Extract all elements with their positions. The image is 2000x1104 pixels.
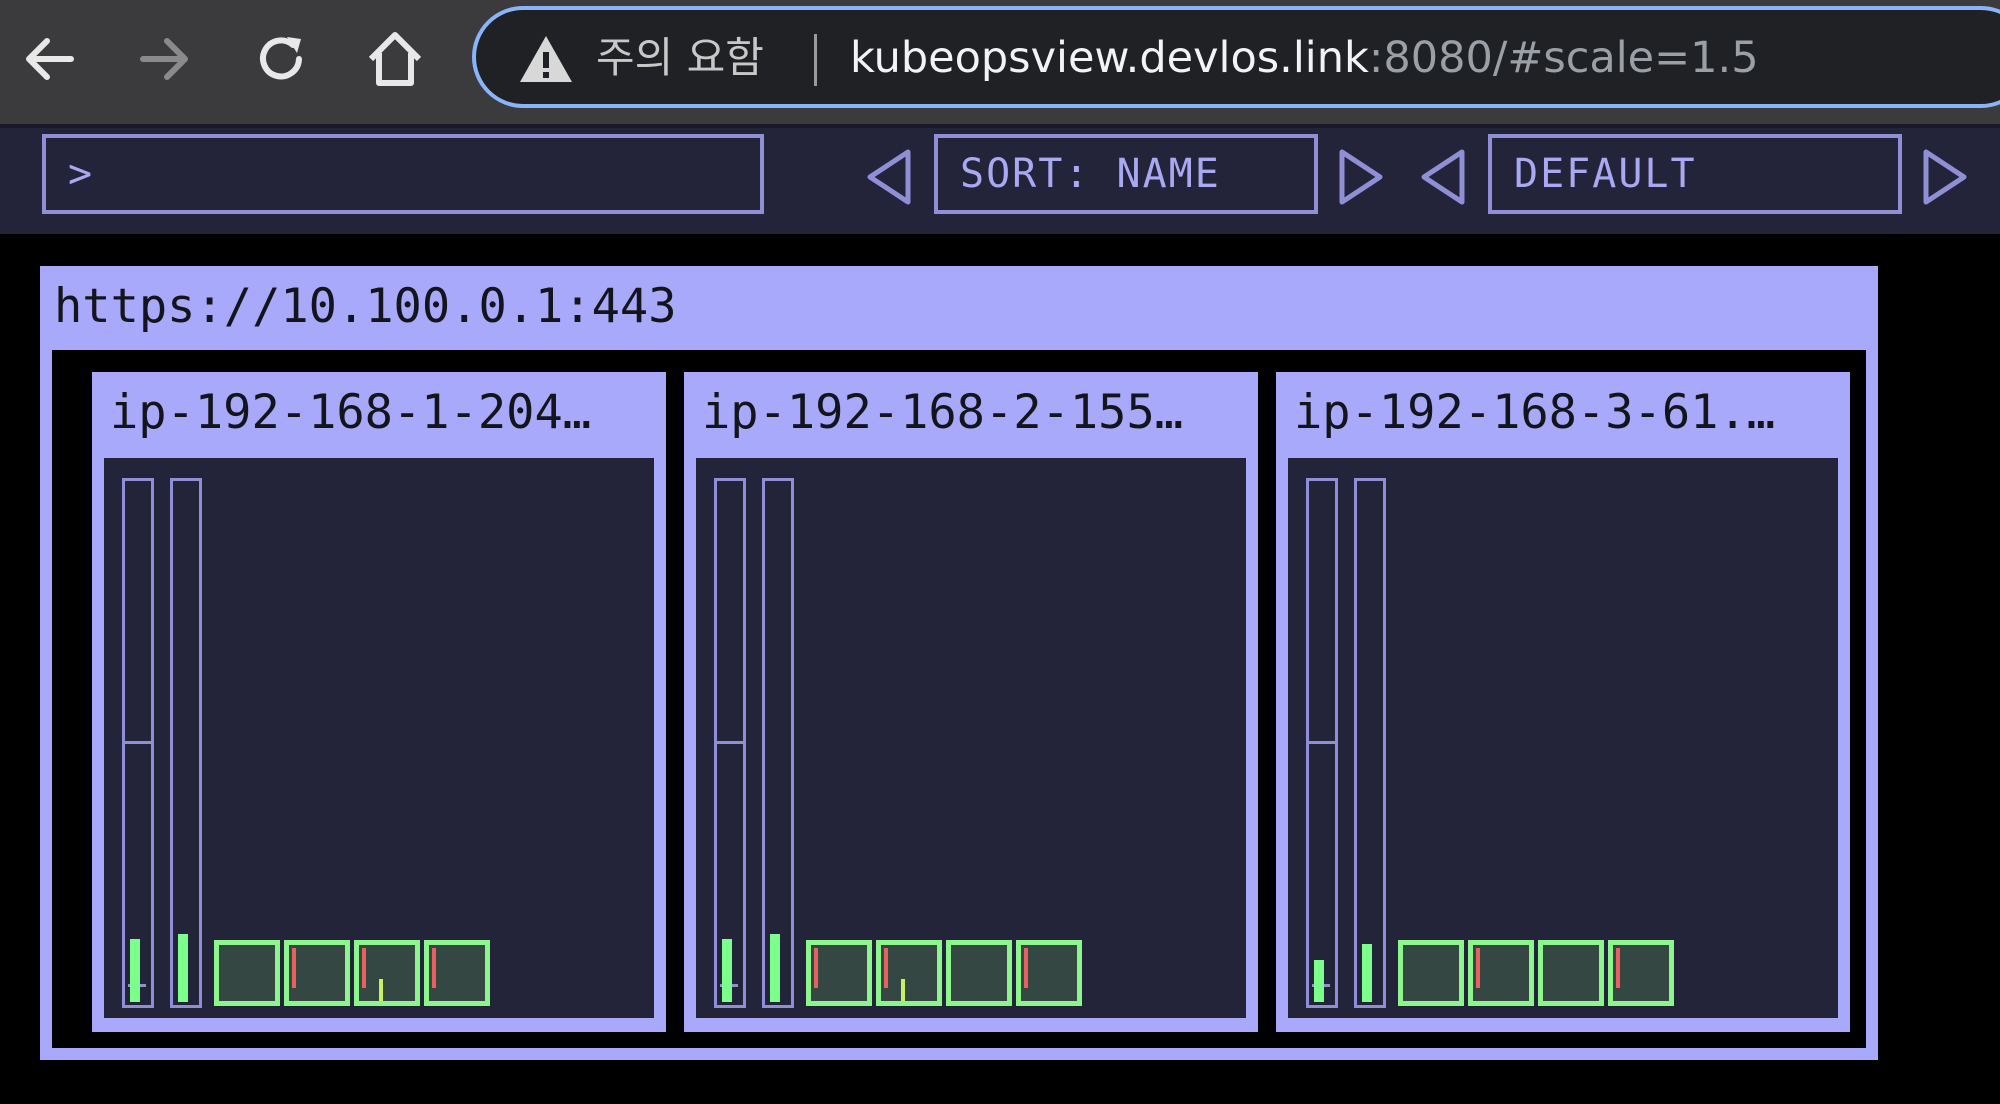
node-name: ip-192-168-1-204… <box>110 385 592 440</box>
pod-status-marker <box>1024 948 1028 988</box>
pod-status-marker <box>814 948 818 988</box>
url-path: :8080/#scale=1.5 <box>1368 33 1759 83</box>
node-box[interactable]: ip-192-168-3-61.… <box>1276 372 1850 1032</box>
usage-fill <box>722 939 732 1002</box>
cpu-usage-bar <box>1306 478 1338 1008</box>
pod-status-marker <box>362 948 366 988</box>
sort-selector[interactable]: SORT: NAME <box>934 134 1318 214</box>
pod-box[interactable] <box>1608 940 1674 1006</box>
pod-box[interactable] <box>354 940 420 1006</box>
pod-status-marker <box>1476 948 1480 988</box>
pod-status-marker <box>432 948 436 988</box>
usage-fill <box>1362 944 1372 1002</box>
sort-next-icon[interactable] <box>1336 148 1386 206</box>
pod-box[interactable] <box>1398 940 1464 1006</box>
bar-divider <box>1309 741 1335 744</box>
pod-box[interactable] <box>876 940 942 1006</box>
memory-usage-bar <box>762 478 794 1008</box>
node-body <box>104 458 654 1018</box>
pod-status-marker <box>884 948 888 988</box>
security-warning-label[interactable]: 주의 요함 <box>596 28 764 88</box>
pod-box[interactable] <box>1468 940 1534 1006</box>
pod-usage-marker <box>379 979 383 1001</box>
theme-prev-icon[interactable] <box>1418 148 1468 206</box>
reload-icon <box>260 37 302 80</box>
filter-input[interactable]: > <box>42 134 764 214</box>
url-text[interactable]: kubeopsview.devlos.link:8080/#scale=1.5 <box>850 28 1759 88</box>
node-body <box>1288 458 1838 1018</box>
pod-box[interactable] <box>284 940 350 1006</box>
pod-usage-marker <box>901 979 905 1001</box>
pod-status-marker <box>1616 948 1620 988</box>
node-name: ip-192-168-3-61.… <box>1294 385 1776 440</box>
usage-fill <box>130 939 140 1002</box>
forward-arrow-icon <box>140 38 188 80</box>
usage-fill <box>1314 960 1324 1002</box>
back-button[interactable] <box>4 14 94 104</box>
usage-fill <box>178 934 188 1002</box>
warning-triangle-icon <box>520 36 572 82</box>
pod-box[interactable] <box>806 940 872 1006</box>
node-body <box>696 458 1246 1018</box>
home-button[interactable] <box>350 14 440 104</box>
forward-button[interactable] <box>120 14 210 104</box>
bar-divider <box>125 741 151 744</box>
back-arrow-icon <box>26 38 74 80</box>
memory-usage-bar <box>1354 478 1386 1008</box>
browser-toolbar: 주의 요함 kubeopsview.devlos.link:8080/#scal… <box>0 0 2000 124</box>
pod-box[interactable] <box>1016 940 1082 1006</box>
node-name: ip-192-168-2-155… <box>702 385 1184 440</box>
address-bar[interactable]: 주의 요함 kubeopsview.devlos.link:8080/#scal… <box>472 6 2000 108</box>
pod-box[interactable] <box>1538 940 1604 1006</box>
memory-usage-bar <box>170 478 202 1008</box>
cluster-title: https://10.100.0.1:443 <box>54 279 677 334</box>
theme-next-icon[interactable] <box>1920 148 1970 206</box>
pod-box[interactable] <box>214 940 280 1006</box>
node-box[interactable]: ip-192-168-1-204… <box>92 372 666 1032</box>
url-host: kubeopsview.devlos.link <box>850 33 1369 83</box>
pod-box[interactable] <box>424 940 490 1006</box>
bar-divider <box>717 741 743 744</box>
cpu-usage-bar <box>122 478 154 1008</box>
sort-prev-icon[interactable] <box>864 148 914 206</box>
node-box[interactable]: ip-192-168-2-155… <box>684 372 1258 1032</box>
address-separator <box>814 34 817 86</box>
pod-box[interactable] <box>946 940 1012 1006</box>
cpu-usage-bar <box>714 478 746 1008</box>
pod-status-marker <box>292 948 296 988</box>
home-icon <box>368 32 422 86</box>
reload-button[interactable] <box>236 14 326 104</box>
usage-fill <box>770 934 780 1002</box>
theme-selector[interactable]: DEFAULT <box>1488 134 1902 214</box>
